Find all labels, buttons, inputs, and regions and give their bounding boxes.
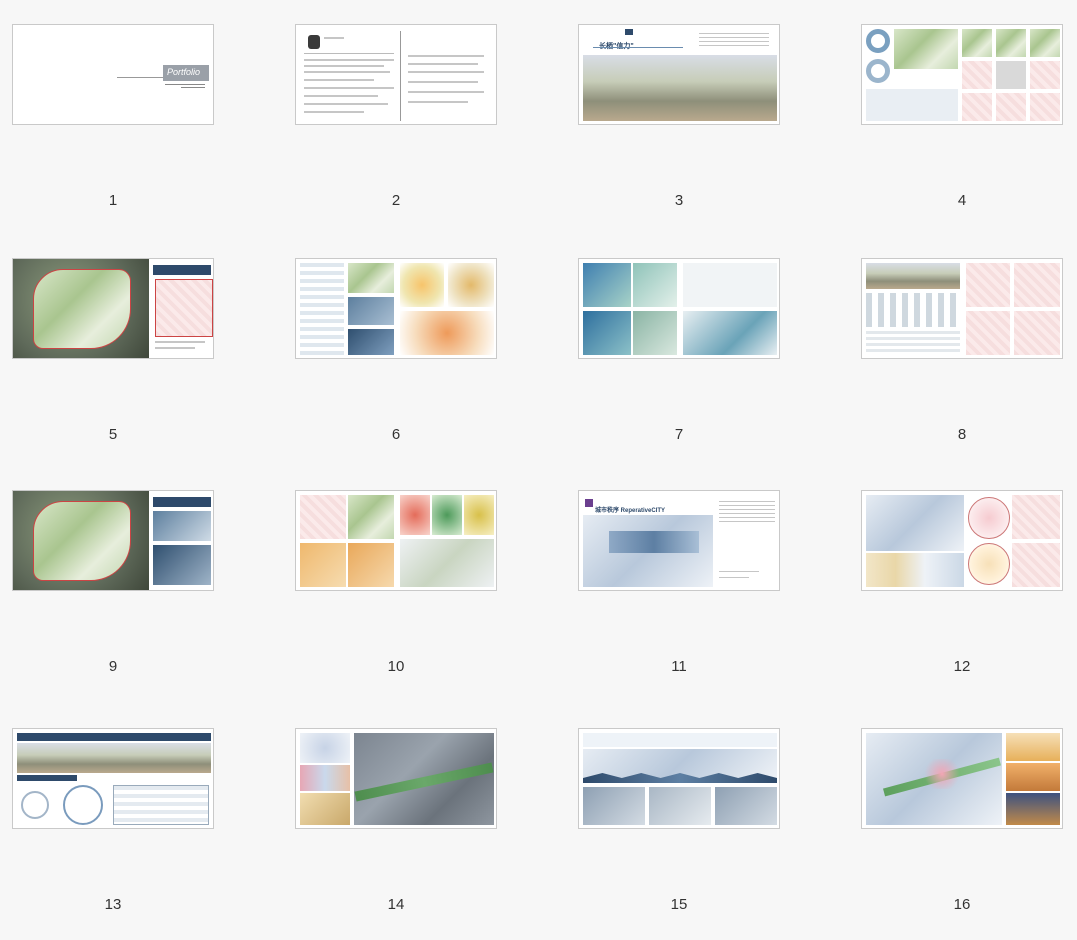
portfolio-title: Portfolio (167, 67, 201, 77)
page-title: 城市秩序 ReperativeCITY (595, 508, 666, 514)
page-number: 9 (108, 658, 118, 675)
page-preview-2[interactable] (295, 24, 497, 125)
page-number: 16 (953, 896, 971, 913)
page-preview-15[interactable] (578, 728, 780, 829)
page-preview-11[interactable]: 城市秩序 ReperativeCITY (578, 490, 780, 591)
page-preview-13[interactable] (12, 728, 214, 829)
thumbnail-6[interactable]: 6 (283, 258, 567, 488)
page-number: 14 (387, 896, 405, 913)
page-preview-3[interactable]: 长栖"信力" (578, 24, 780, 125)
thumbnail-11[interactable]: 城市秩序 ReperativeCITY 11 (566, 490, 850, 720)
page-preview-7[interactable] (578, 258, 780, 359)
page-preview-10[interactable] (295, 490, 497, 591)
thumbnail-10[interactable]: 10 (283, 490, 567, 720)
portfolio-title-block: Portfolio (163, 65, 209, 81)
thumbnail-12[interactable]: 12 (849, 490, 1077, 720)
thumbnail-3[interactable]: 长栖"信力" 3 (566, 24, 850, 254)
page-number: 7 (674, 426, 684, 443)
thumbnail-9[interactable]: 9 (0, 490, 284, 720)
page-number: 4 (957, 192, 967, 209)
page-number: 10 (387, 658, 405, 675)
thumbnail-14[interactable]: 14 (283, 728, 567, 940)
thumbnail-1[interactable]: Portfolio 1 (0, 24, 284, 254)
hero-photo (583, 55, 777, 121)
page-preview-9[interactable] (12, 490, 214, 591)
page-preview-12[interactable] (861, 490, 1063, 591)
page-preview-4[interactable] (861, 24, 1063, 125)
page-preview-6[interactable] (295, 258, 497, 359)
thumbnail-16[interactable]: 16 (849, 728, 1077, 940)
thumbnail-grid: Portfolio 1 2 3 4 5 6 7 8 9 10 城市秩序 Repe… (0, 0, 1077, 940)
page-number: 8 (957, 426, 967, 443)
page-number: 12 (953, 658, 971, 675)
page-preview-5[interactable] (12, 258, 214, 359)
page-number: 11 (671, 658, 687, 675)
thumbnail-5[interactable]: 5 (0, 258, 284, 488)
page-preview-8[interactable] (861, 258, 1063, 359)
thumbnail-7[interactable]: 7 (566, 258, 850, 488)
page-title: 长栖"信力" (599, 35, 679, 50)
page-preview-1[interactable]: Portfolio (12, 24, 214, 125)
page-number: 2 (391, 192, 401, 209)
page-number: 3 (674, 192, 684, 209)
page-number: 13 (104, 896, 122, 913)
page-number: 6 (391, 426, 401, 443)
page-number: 5 (108, 426, 118, 443)
thumbnail-13[interactable]: 13 (0, 728, 284, 940)
page-number: 1 (108, 192, 118, 209)
avatar (308, 35, 320, 49)
thumbnail-4[interactable]: 4 (849, 24, 1077, 254)
thumbnail-8[interactable]: 8 (849, 258, 1077, 488)
thumbnail-15[interactable]: 15 (566, 728, 850, 940)
page-preview-14[interactable] (295, 728, 497, 829)
page-number: 15 (670, 896, 688, 913)
thumbnail-2[interactable]: 2 (283, 24, 567, 254)
page-preview-16[interactable] (861, 728, 1063, 829)
